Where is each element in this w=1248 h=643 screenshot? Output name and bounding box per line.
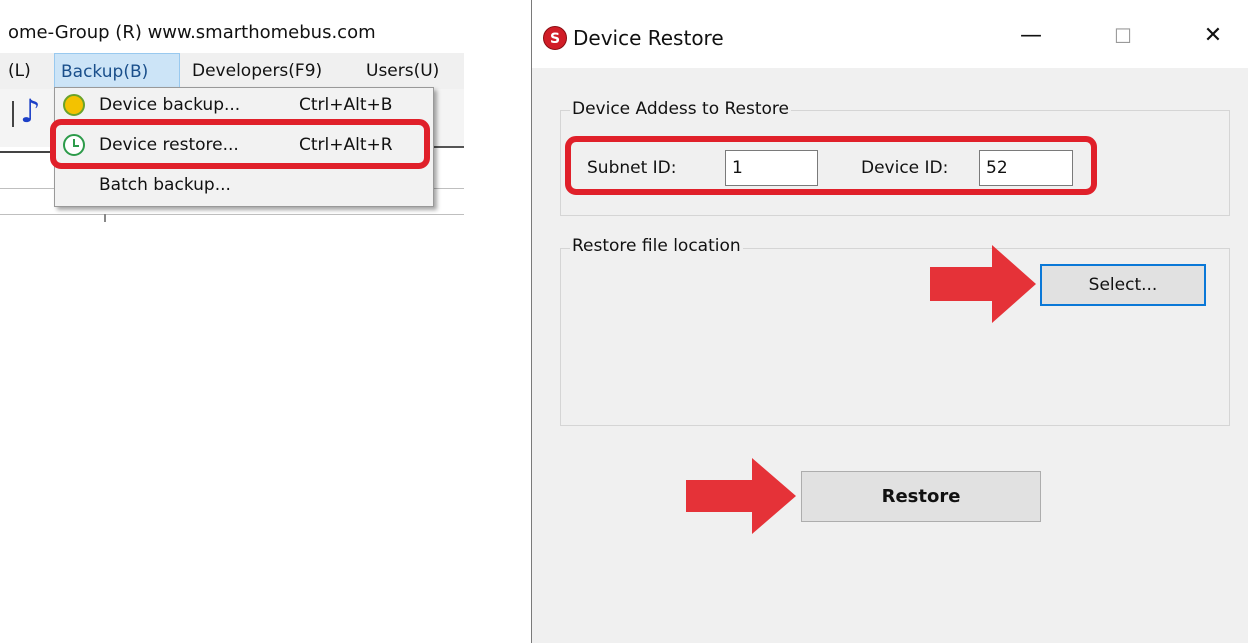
menu-option-device-backup[interactable]: Device backup... Ctrl+Alt+B xyxy=(55,88,433,122)
maximize-button[interactable]: ☐ xyxy=(1098,18,1148,54)
menu-item-developers[interactable]: Developers(F9) xyxy=(192,53,322,89)
menu-item-l[interactable]: (L) xyxy=(8,53,31,89)
toolbar-divider xyxy=(432,146,464,148)
highlight-box xyxy=(50,119,430,169)
annotation-arrow-icon xyxy=(930,245,1036,323)
menu-option-label: Batch backup... xyxy=(99,175,231,195)
dialog-title: Device Restore xyxy=(573,26,724,50)
close-button[interactable]: ✕ xyxy=(1188,18,1238,54)
menu-item-users[interactable]: Users(U) xyxy=(366,53,439,89)
select-file-button[interactable]: Select... xyxy=(1040,264,1206,306)
highlight-box xyxy=(565,136,1097,195)
menu-option-batch-backup[interactable]: Batch backup... xyxy=(55,168,433,202)
app-window-title: ome-Group (R) www.smarthomebus.com xyxy=(8,22,376,43)
menu-bar: (L) Backup(B) Developers(F9) Users(U) xyxy=(0,53,464,90)
restore-button[interactable]: Restore xyxy=(801,471,1041,522)
menu-option-shortcut: Ctrl+Alt+B xyxy=(299,95,393,115)
group-legend: Device Addess to Restore xyxy=(570,99,792,119)
menu-option-label: Device backup... xyxy=(99,95,241,115)
grid-line xyxy=(0,214,464,215)
toolbar-separator xyxy=(12,101,14,127)
music-note-icon[interactable]: ♪ xyxy=(20,92,40,130)
backup-clock-icon xyxy=(63,94,85,116)
group-legend: Restore file location xyxy=(570,236,743,256)
grid-column-edge xyxy=(104,214,106,222)
app-logo-icon: S xyxy=(543,26,567,50)
toolbar-divider xyxy=(0,151,56,153)
minimize-button[interactable]: — xyxy=(1006,18,1056,54)
menu-item-backup[interactable]: Backup(B) xyxy=(54,53,180,89)
annotation-arrow-icon xyxy=(686,458,796,534)
